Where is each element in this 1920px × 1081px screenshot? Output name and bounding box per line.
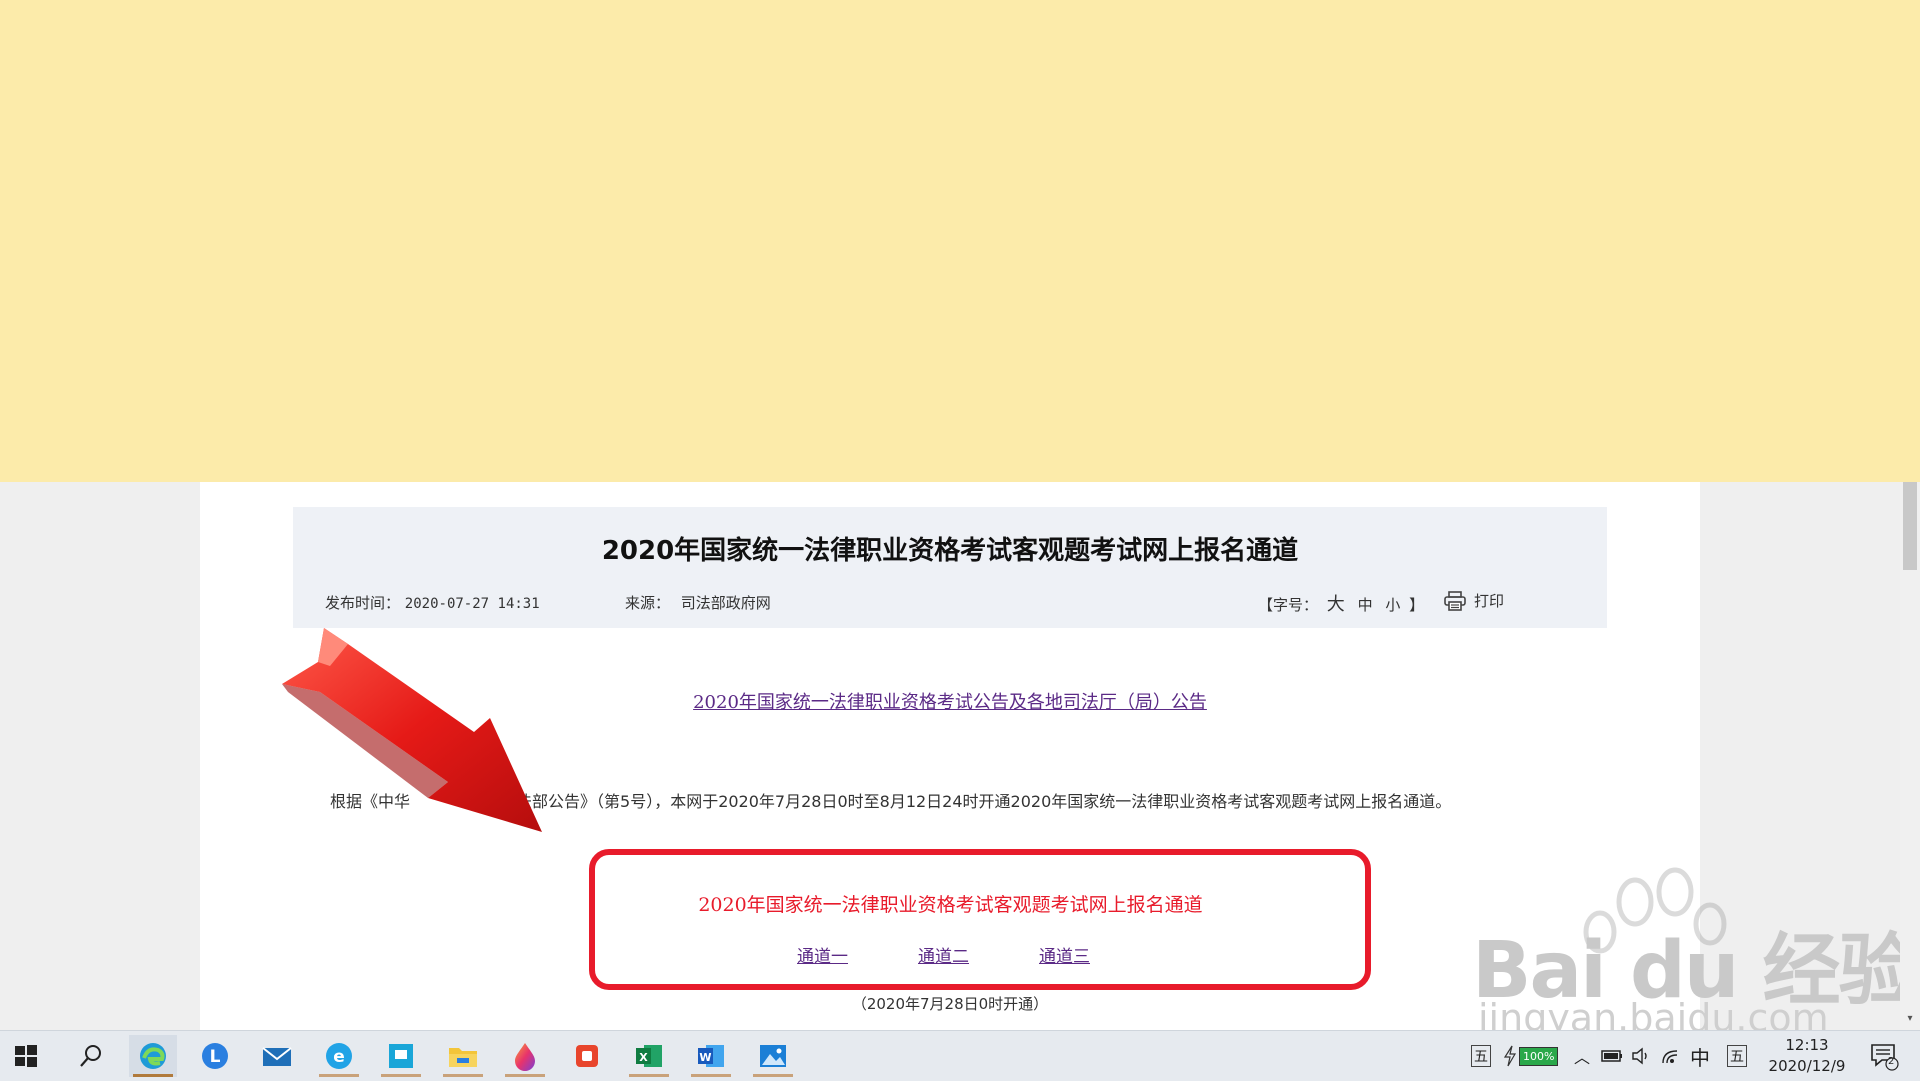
photos-icon [760,1045,786,1067]
taskbar-l-app[interactable]: L [191,1035,239,1077]
font-size-open: 【字号： [1258,596,1319,614]
svg-text:L: L [210,1047,221,1067]
taskbar-excel[interactable]: X [625,1035,673,1077]
taskbar-paint-drop[interactable] [501,1035,549,1077]
red-arrow-icon [282,628,542,832]
browser-e-icon: e [326,1043,352,1069]
tray-battery[interactable] [1601,1031,1623,1081]
battery-icon [1601,1050,1622,1062]
publish-value: 2020-07-27 14:31 [404,596,540,612]
ime-mode-right[interactable]: 五 [1727,1031,1747,1081]
source-label: 来源： [625,594,671,612]
ime-mode-left[interactable]: 五 [1471,1031,1491,1081]
edge-icon [140,1043,166,1069]
channel-link-3[interactable]: 通道三 [1039,947,1090,967]
speaker-icon [1632,1047,1647,1065]
publish-time: 发布时间： 2020-07-27 14:31 [325,592,540,613]
taskbar-store[interactable] [377,1035,425,1077]
word-icon: W [698,1045,724,1067]
chevron-up-icon: ︿ [1574,1048,1591,1067]
battery-percent: 100% [1519,1046,1559,1066]
notification-count: 2 [1888,1056,1895,1067]
taskbar-word[interactable]: W [687,1035,735,1077]
store-icon [389,1044,413,1068]
font-size-large-button[interactable]: 大 [1327,594,1345,615]
lightning-icon [1503,1045,1517,1067]
source: 来源： 司法部政府网 [625,592,771,613]
notification-center-button[interactable]: 2 [1870,1043,1900,1075]
taskbar-edge[interactable] [129,1035,177,1077]
font-size-controls: 【字号： 大 中 小 】 [1258,590,1424,616]
print-label: 打印 [1474,592,1505,610]
clock-date: 2020/12/9 [1768,1057,1846,1075]
taskbar-photos[interactable] [749,1035,797,1077]
wifi-icon [1662,1050,1678,1064]
scroll-down-arrow-icon[interactable]: ▾ [1904,1012,1916,1026]
paragraph-rest: 司法部公告》（第5号），本网于2020年7月28日0时至8月12日24时开通20… [500,792,1452,811]
taskbar-browser-e[interactable]: e [315,1035,363,1077]
scrollbar-thumb[interactable] [1903,482,1917,570]
taskbar-file-explorer[interactable] [439,1035,487,1077]
channel-links: 通道一 通道二 通道三 [797,942,1160,967]
highlight-box [589,849,1371,990]
page-title: 2020年国家统一法律职业资格考试客观题考试网上报名通道 [601,536,1299,566]
record-icon [576,1045,598,1067]
svg-text:W: W [699,1051,711,1064]
svg-text:e: e [333,1047,345,1067]
font-size-small-button[interactable]: 小 [1385,596,1400,614]
taskbar: L e X W 五 100% ︿ 中 五 12:13 2020/12/9 2 [0,1030,1920,1081]
channel-link-1[interactable]: 通道一 [797,947,848,967]
paint-drop-icon [515,1043,535,1071]
ime-language[interactable]: 中 [1690,1031,1710,1081]
l-app-icon: L [202,1043,228,1069]
source-value: 司法部政府网 [680,594,771,612]
tray-network[interactable] [1661,1031,1681,1081]
search-icon[interactable] [78,1043,104,1069]
print-button[interactable]: 打印 [1444,590,1504,611]
channel-box-title: 2020年国家统一法律职业资格考试客观题考试网上报名通道 [698,894,1203,916]
publish-label: 发布时间： [325,594,401,612]
top-blank-area [0,0,1920,482]
taskbar-mail[interactable] [253,1035,301,1077]
font-size-close: 】 [1409,596,1425,614]
clock-time: 12:13 [1785,1036,1829,1054]
windows-start-icon[interactable] [14,1044,38,1068]
printer-icon [1444,590,1466,611]
battery-indicator[interactable]: 100% [1503,1031,1559,1081]
channel-link-2[interactable]: 通道二 [918,947,969,967]
system-clock[interactable]: 12:13 2020/12/9 [1762,1035,1852,1077]
notification-icon [1871,1044,1899,1071]
mail-icon [262,1047,292,1066]
tray-volume[interactable] [1631,1031,1651,1081]
taskbar-record[interactable] [563,1035,611,1077]
excel-icon: X [636,1045,662,1067]
font-size-medium-button[interactable]: 中 [1358,596,1373,614]
svg-text:X: X [639,1051,648,1064]
tray-expand-button[interactable]: ︿ [1574,1031,1590,1081]
file-explorer-icon [449,1048,477,1067]
